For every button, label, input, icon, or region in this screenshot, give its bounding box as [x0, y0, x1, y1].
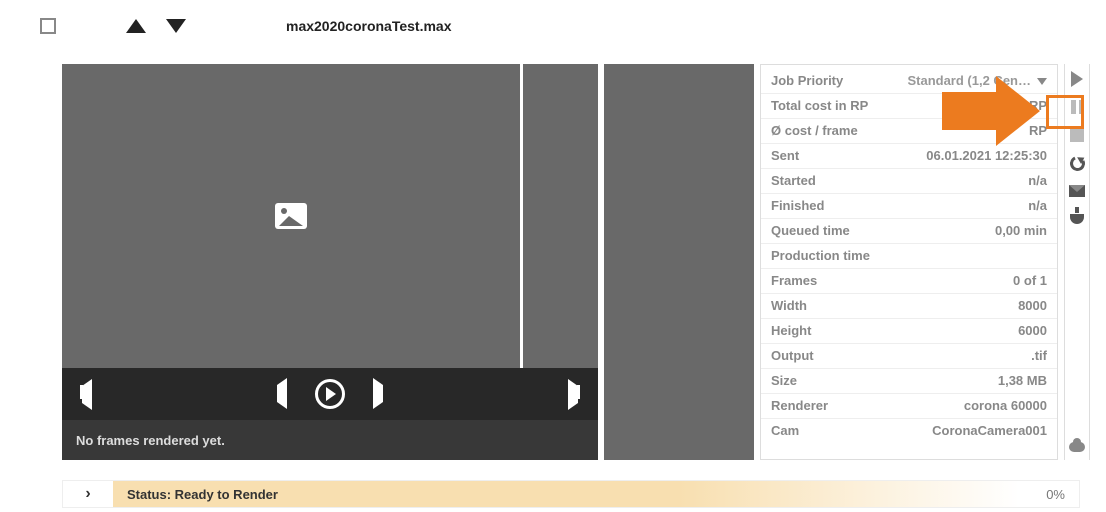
viewer-side-strip	[520, 64, 598, 368]
started-value: n/a	[1028, 172, 1047, 190]
frames-status-message: No frames rendered yet.	[62, 420, 598, 460]
size-value: 1,38 MB	[998, 372, 1047, 390]
frames-value: 0 of 1	[1013, 272, 1047, 290]
sent-value: 06.01.2021 12:25:30	[926, 147, 1047, 165]
playback-controls	[62, 368, 598, 420]
status-text: Status: Ready to Render	[127, 487, 278, 502]
total-cost-label: Total cost in RP	[771, 97, 868, 115]
move-up-button[interactable]	[126, 19, 146, 33]
output-value: .tif	[1031, 347, 1047, 365]
height-label: Height	[771, 322, 811, 340]
frame-viewer	[62, 64, 598, 368]
priority-label: Job Priority	[771, 72, 843, 90]
expand-status-button[interactable]: ›	[63, 485, 113, 503]
image-placeholder-icon	[275, 203, 307, 229]
email-button[interactable]	[1068, 182, 1086, 200]
select-job-checkbox[interactable]	[40, 18, 56, 34]
queued-label: Queued time	[771, 222, 850, 240]
output-label: Output	[771, 347, 814, 365]
move-down-button[interactable]	[166, 19, 186, 33]
annotation-highlight	[1046, 95, 1084, 129]
sent-label: Sent	[771, 147, 799, 165]
progress-percent: 0%	[1019, 487, 1079, 502]
refresh-button[interactable]	[1068, 154, 1086, 172]
avg-cost-label: Ø cost / frame	[771, 122, 858, 140]
play-button[interactable]	[315, 379, 345, 409]
production-label: Production time	[771, 247, 870, 265]
prev-frame-button[interactable]	[277, 385, 287, 403]
start-render-button[interactable]	[1068, 70, 1086, 88]
file-title: max2020coronaTest.max	[286, 18, 452, 34]
renderer-value: corona 60000	[964, 397, 1047, 415]
aux-preview-panel	[604, 64, 754, 460]
cam-label: Cam	[771, 422, 799, 440]
finished-label: Finished	[771, 197, 824, 215]
cam-value: CoronaCamera001	[932, 422, 1047, 440]
width-value: 8000	[1018, 297, 1047, 315]
height-value: 6000	[1018, 322, 1047, 340]
renderer-label: Renderer	[771, 397, 828, 415]
first-frame-button[interactable]	[80, 385, 92, 404]
frames-label: Frames	[771, 272, 817, 290]
next-frame-button[interactable]	[373, 385, 383, 403]
started-label: Started	[771, 172, 816, 190]
cloud-upload-button[interactable]	[1068, 434, 1086, 452]
status-bar-body: Status: Ready to Render	[113, 481, 1019, 507]
width-label: Width	[771, 297, 807, 315]
download-button[interactable]	[1068, 210, 1086, 228]
size-label: Size	[771, 372, 797, 390]
queued-value: 0,00 min	[995, 222, 1047, 240]
finished-value: n/a	[1028, 197, 1047, 215]
last-frame-button[interactable]	[568, 385, 580, 404]
annotation-arrow	[942, 92, 996, 130]
